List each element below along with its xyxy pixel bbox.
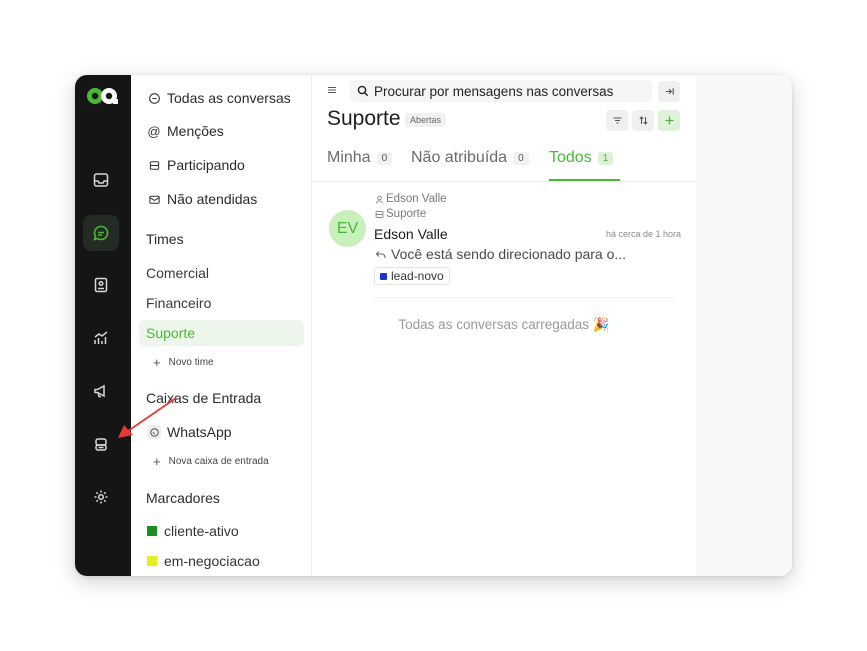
labels-heading: Marcadores: [146, 490, 220, 506]
new-inbox-button[interactable]: + Nova caixa de entrada: [153, 454, 269, 469]
chat-icon: [93, 225, 109, 241]
rail-conversations-button[interactable]: [83, 215, 119, 251]
conversation-agent-name: Edson Valle: [386, 193, 447, 205]
collapse-panel-button[interactable]: [658, 81, 680, 102]
tab-nao-atribuida-count: 0: [513, 151, 529, 165]
bot-icon: [95, 438, 107, 451]
avatar: EV: [329, 210, 366, 247]
tab-nao-atribuida-label: Não atribuída: [411, 149, 508, 166]
tab-todos[interactable]: Todos 1: [549, 149, 614, 167]
label-color-swatch: [380, 272, 387, 280]
icon-rail: [75, 75, 131, 576]
rail-contacts-button[interactable]: [83, 267, 119, 303]
app-logo[interactable]: [86, 86, 118, 106]
conversation-label-tag[interactable]: lead-novo: [374, 267, 450, 285]
tab-todos-count: 1: [597, 151, 614, 165]
menu-icon[interactable]: [327, 85, 337, 95]
label-color-swatch: [147, 556, 157, 566]
new-conversation-button[interactable]: [658, 110, 680, 131]
rail-settings-button[interactable]: [83, 479, 119, 515]
conversation-preview-text: Você está sendo direcionado para o...: [391, 246, 627, 262]
annotation-arrow: [118, 397, 177, 438]
settings-icon: [94, 490, 108, 504]
tab-minha-label: Minha: [327, 149, 371, 166]
conversation-list-panel: Suporte Abertas Minha 0 Não atribuída 0: [312, 75, 696, 576]
teams-heading: Times: [146, 231, 184, 247]
new-inbox-label: Nova caixa de entrada: [168, 456, 269, 467]
all-loaded-message: Todas as conversas carregadas 🎉: [398, 317, 610, 332]
conversation-timestamp: há cerca de 1 hora: [605, 229, 681, 239]
person-icon: [375, 195, 384, 204]
conversation-team: Suporte: [375, 208, 426, 220]
conversations-sidebar: Todas as conversas @ Menções Participand…: [131, 75, 312, 576]
contacts-icon: [94, 277, 108, 293]
tab-minha-count: 0: [376, 151, 393, 165]
unattended-icon: [147, 192, 161, 206]
tab-todos-label: Todos: [549, 149, 592, 166]
tab-minha[interactable]: Minha 0: [327, 149, 393, 167]
team-comercial[interactable]: Comercial: [146, 265, 209, 281]
label-em-negociacao-text: em-negociacao: [164, 553, 260, 569]
label-em-negociacao[interactable]: em-negociacao: [147, 553, 260, 569]
tab-nao-atribuida[interactable]: Não atribuída 0: [411, 149, 529, 167]
sort-icon: [638, 116, 648, 125]
conversation-label-text: lead-novo: [391, 269, 444, 283]
rail-reports-button[interactable]: [83, 320, 119, 356]
filter-icon: [613, 117, 621, 124]
divider: [312, 181, 696, 182]
label-color-swatch: [147, 526, 157, 536]
participating-icon: [147, 158, 161, 172]
label-cliente-ativo-text: cliente-ativo: [164, 523, 239, 539]
conversation-card[interactable]: EV Edson Valle Suporte Edson Valle há ce…: [312, 189, 696, 299]
label-cliente-ativo[interactable]: cliente-ativo: [147, 523, 239, 539]
chat-bubble-icon: [147, 91, 161, 105]
filter-button[interactable]: [606, 110, 628, 131]
conversation-detail-pane: [696, 75, 792, 576]
search-icon: [357, 85, 369, 97]
search-input[interactable]: [374, 83, 644, 99]
team-financeiro[interactable]: Financeiro: [146, 295, 211, 311]
collapse-icon: [665, 88, 674, 95]
menu-mentions[interactable]: @ Menções: [147, 123, 224, 139]
sort-button[interactable]: [632, 110, 654, 131]
inbox-icon: [93, 173, 109, 187]
team-icon: [375, 210, 384, 218]
menu-unattended[interactable]: Não atendidas: [147, 191, 257, 207]
reply-icon: [375, 250, 386, 258]
at-icon: @: [147, 123, 161, 139]
campaigns-icon: [94, 384, 105, 398]
plus-icon: +: [153, 454, 161, 469]
rail-inbox-button[interactable]: [83, 162, 119, 198]
menu-mentions-label: Menções: [167, 123, 224, 139]
plus-icon: [665, 116, 673, 125]
conversation-contact-name: Edson Valle: [374, 226, 448, 242]
new-team-button[interactable]: + Novo time: [153, 355, 214, 370]
menu-unattended-label: Não atendidas: [167, 191, 258, 207]
menu-participating[interactable]: Participando: [147, 157, 245, 173]
plus-icon: +: [153, 355, 161, 370]
search-box[interactable]: [350, 80, 652, 102]
conversation-preview: Você está sendo direcionado para o...: [375, 246, 626, 262]
menu-all-conversations-label: Todas as conversas: [167, 90, 291, 106]
team-suporte[interactable]: Suporte: [139, 320, 304, 346]
menu-all-conversations[interactable]: Todas as conversas: [147, 90, 291, 106]
status-badge[interactable]: Abertas: [405, 113, 447, 127]
page-title: Suporte: [327, 107, 401, 130]
reports-icon: [94, 331, 108, 344]
new-team-label: Novo time: [168, 357, 214, 368]
conversation-agent: Edson Valle: [375, 193, 447, 205]
divider: [374, 297, 674, 298]
conversation-team-name: Suporte: [386, 208, 427, 220]
app-window: Todas as conversas @ Menções Participand…: [75, 75, 792, 576]
menu-participating-label: Participando: [167, 157, 245, 173]
